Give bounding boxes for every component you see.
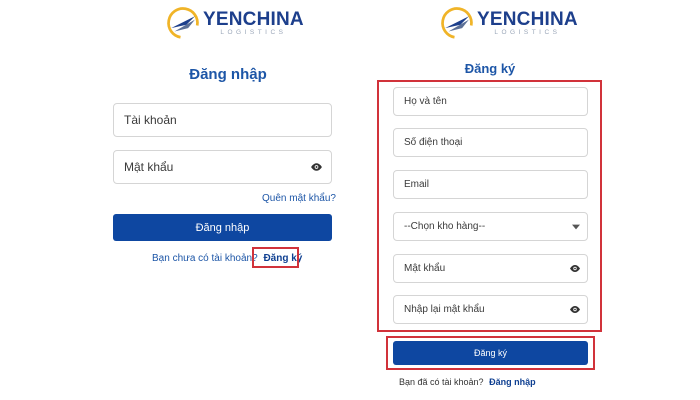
eye-icon[interactable] (563, 305, 587, 314)
fullname-input[interactable]: Họ và tên (393, 87, 588, 116)
phone-placeholder: Số điện thoại (404, 137, 463, 148)
register-button[interactable]: Đăng ký (393, 341, 588, 365)
account-input[interactable]: Tài khoản (113, 103, 332, 137)
register-panel: YENCHINA LOGISTICS Đăng ký Họ và tên Số … (350, 0, 700, 400)
login-button[interactable]: Đăng nhập (113, 214, 332, 241)
login-panel: YENCHINA LOGISTICS Đăng nhập Tài khoản M… (0, 0, 350, 400)
brand-subtitle: LOGISTICS (220, 28, 287, 36)
password-input[interactable]: Mật khẩu (113, 150, 332, 184)
brand-name: YENCHINA (477, 8, 578, 30)
register-title: Đăng ký (464, 61, 516, 76)
register-password-input[interactable]: Mật khẩu (393, 254, 588, 283)
logo-emblem-icon (167, 7, 199, 39)
caret-down-icon (565, 224, 587, 230)
login-title: Đăng nhập (189, 66, 267, 83)
forgot-password-link[interactable]: Quên mật khẩu? (262, 193, 336, 204)
warehouse-select-value: --Chọn kho hàng-- (404, 221, 486, 232)
brand-logo: YENCHINA LOGISTICS (440, 6, 578, 40)
no-account-text: Bạn chưa có tài khoản? (152, 253, 258, 264)
phone-input[interactable]: Số điện thoại (393, 128, 588, 157)
account-placeholder: Tài khoản (124, 113, 177, 127)
confirm-password-input[interactable]: Nhập lại mật khẩu (393, 295, 588, 324)
email-placeholder: Email (404, 179, 430, 190)
brand-name: YENCHINA (203, 8, 304, 30)
confirm-password-placeholder: Nhập lại mật khẩu (404, 304, 485, 315)
login-link[interactable]: Đăng nhập (489, 377, 536, 387)
fullname-placeholder: Họ và tên (404, 96, 447, 107)
login-prompt: Bạn đã có tài khoản? Đăng nhập (399, 377, 536, 387)
register-password-placeholder: Mật khẩu (404, 263, 446, 274)
eye-icon[interactable] (563, 264, 587, 273)
warehouse-select[interactable]: --Chọn kho hàng-- (393, 212, 588, 241)
brand-subtitle: LOGISTICS (494, 28, 561, 36)
have-account-text: Bạn đã có tài khoản? (399, 377, 484, 387)
brand-logo: YENCHINA LOGISTICS (166, 6, 304, 40)
register-prompt: Bạn chưa có tài khoản? Đăng ký (152, 253, 302, 264)
eye-icon[interactable] (301, 162, 331, 172)
logo-emblem-icon (441, 7, 473, 39)
password-placeholder: Mật khẩu (124, 160, 174, 174)
register-link[interactable]: Đăng ký (263, 253, 302, 264)
email-input[interactable]: Email (393, 170, 588, 199)
